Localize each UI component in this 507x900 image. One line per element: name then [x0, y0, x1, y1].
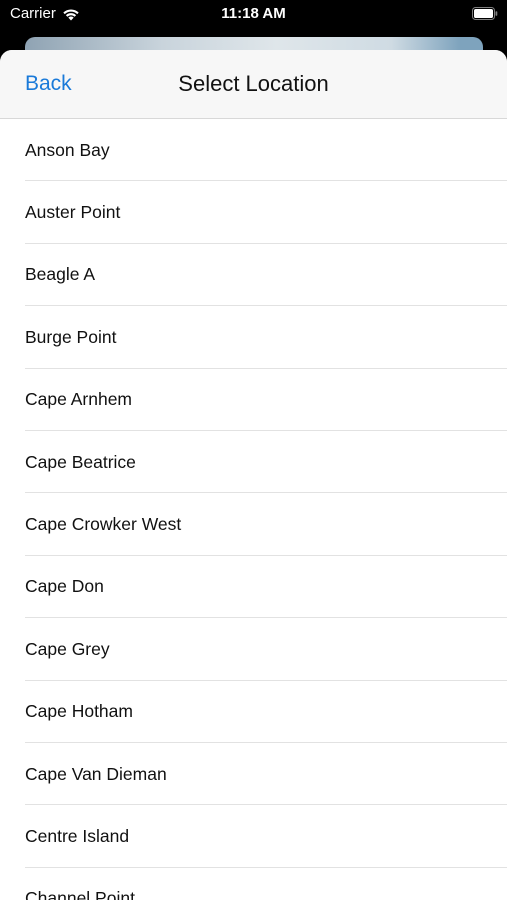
list-item[interactable]: Channel Point — [0, 868, 507, 900]
phone-screen: Carrier 11:18 AM Back Select Location An… — [0, 0, 507, 900]
battery-icon — [472, 7, 498, 20]
list-item[interactable]: Auster Point — [0, 181, 507, 245]
list-item[interactable]: Burge Point — [0, 306, 507, 369]
list-item[interactable]: Cape Arnhem — [0, 369, 507, 432]
list-item[interactable]: Cape Van Dieman — [0, 743, 507, 806]
clock: 11:18 AM — [221, 5, 286, 22]
list-item[interactable]: Anson Bay — [0, 119, 507, 182]
list-item[interactable]: Cape Hotham — [0, 681, 507, 744]
list-item[interactable]: Cape Beatrice — [0, 431, 507, 494]
list-item[interactable]: Centre Island — [0, 805, 507, 869]
navigation-bar: Back Select Location — [0, 50, 507, 119]
location-sheet: Back Select Location Anson Bay Auster Po… — [0, 50, 507, 900]
list-item[interactable]: Cape Crowker West — [0, 493, 507, 557]
list-item[interactable]: Beagle A — [0, 244, 507, 307]
list-item[interactable]: Cape Don — [0, 556, 507, 619]
status-bar: Carrier 11:18 AM — [0, 0, 507, 30]
page-title: Select Location — [178, 71, 329, 96]
location-list: Anson Bay Auster Point Beagle A Burge Po… — [0, 119, 507, 900]
list-item[interactable]: Cape Grey — [0, 618, 507, 681]
